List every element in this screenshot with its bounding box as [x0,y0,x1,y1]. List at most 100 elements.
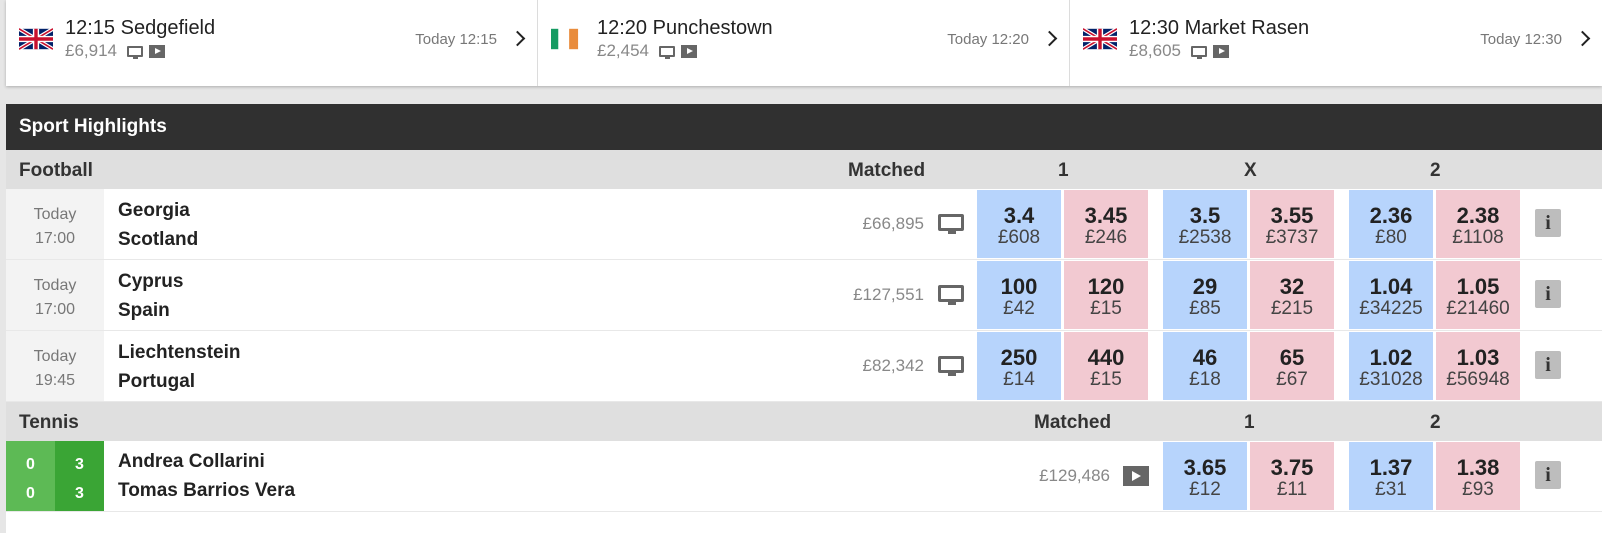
away-team[interactable]: Portugal [118,371,195,393]
odds-price: 250 [1000,345,1038,370]
odds-stake: £246 [1084,227,1128,248]
odds-price: 1.37 [1369,455,1413,480]
info-icon[interactable]: i [1535,209,1561,237]
col-1-header: 1 [1244,412,1255,433]
race-subline: £8,605 [1129,41,1229,61]
tv-icon[interactable] [938,356,964,376]
lay-odds-button[interactable]: 440 £15 [1064,332,1148,400]
match-day: Today [33,348,77,365]
tv-icon[interactable] [938,214,964,234]
lay-odds-button[interactable]: 120 £15 [1064,261,1148,329]
odds-price: 3.5 [1189,203,1221,228]
odds-stake: £80 [1375,227,1407,248]
race-title: 12:15 Sedgefield [65,17,216,39]
race-subline: £6,914 [65,41,165,61]
odds-price: 1.04 [1369,274,1413,299]
match-datetime: Today 17:00 [6,189,104,259]
play-icon [1213,44,1229,58]
odds-price: 1.05 [1456,274,1500,299]
race-time: Today 12:30 [1480,31,1562,48]
set-score: 00 [6,441,55,511]
back-odds-button[interactable]: 1.37 £31 [1349,442,1433,510]
lay-odds-button[interactable]: 3.45 £246 [1064,190,1148,258]
info-icon[interactable]: i [1535,280,1561,308]
game-score-p2: 3 [75,485,84,502]
chevron-right-icon[interactable] [1041,30,1058,47]
back-odds-button[interactable]: 100 £42 [977,261,1061,329]
race-card-punchestown[interactable]: 12:20 Punchestown £2,454 Today 12:20 [538,0,1070,86]
set-score-p2: 0 [26,485,35,502]
lay-odds-button[interactable]: 3.55 £3737 [1250,190,1334,258]
lay-odds-button[interactable]: 32 £215 [1250,261,1334,329]
info-icon[interactable]: i [1535,351,1561,379]
race-title: 12:20 Punchestown [597,17,773,39]
back-odds-button[interactable]: 2.36 £80 [1349,190,1433,258]
race-subline: £2,454 [597,41,697,61]
tennis-header: Tennis Matched 1 2 [6,402,1602,441]
back-odds-button[interactable]: 3.4 £608 [977,190,1061,258]
odds-stake: £93 [1462,479,1494,500]
home-team[interactable]: Liechtenstein [118,342,240,364]
lay-odds-button[interactable]: 1.05 £21460 [1436,261,1520,329]
lay-odds-button[interactable]: 2.38 £1108 [1436,190,1520,258]
odds-stake: £67 [1276,369,1308,390]
away-team[interactable]: Scotland [118,229,198,251]
back-odds-button[interactable]: 1.04 £34225 [1349,261,1433,329]
play-icon[interactable] [1123,466,1149,486]
odds-stake: £15 [1090,369,1122,390]
football-rows: Today 17:00 Georgia Scotland £66,895 3.4 £608 3… [6,189,1602,402]
back-odds-button[interactable]: 250 £14 [977,332,1061,400]
back-odds-button[interactable]: 3.65 £12 [1163,442,1247,510]
back-odds-button[interactable]: 29 £85 [1163,261,1247,329]
matched-amount: £127,551 [853,285,924,304]
football-label: Football [19,160,93,181]
col-1-header: 1 [1058,160,1069,181]
odds-price: 3.65 [1183,455,1227,480]
match-time: 19:45 [34,372,76,389]
race-time: Today 12:20 [947,31,1029,48]
chevron-right-icon[interactable] [509,30,526,47]
lay-odds-button[interactable]: 1.38 £93 [1436,442,1520,510]
matched-header: Matched [1034,412,1112,433]
lay-odds-button[interactable]: 3.75 £11 [1250,442,1334,510]
odds-stake: £2538 [1178,227,1232,248]
match-row[interactable]: Today 17:00 Georgia Scotland £66,895 3.4 £608 3… [6,189,1602,260]
away-team[interactable]: Spain [118,300,170,322]
race-card-market-rasen[interactable]: 12:30 Market Rasen £8,605 Today 12:30 [1070,0,1602,86]
player-two[interactable]: Tomas Barrios Vera [118,480,295,502]
odds-price: 2.38 [1456,203,1500,228]
home-team[interactable]: Cyprus [118,271,183,293]
info-icon[interactable]: i [1535,461,1561,489]
odds-stake: £42 [1003,298,1035,319]
race-card-sedgefield[interactable]: 12:15 Sedgefield £6,914 Today 12:15 [6,0,538,86]
odds-price: 1.02 [1369,345,1413,370]
matched-amount: £82,342 [862,356,924,375]
play-icon [681,44,697,58]
back-odds-button[interactable]: 3.5 £2538 [1163,190,1247,258]
odds-stake: £3737 [1265,227,1319,248]
uk-flag-icon [19,28,53,50]
race-cards-bar: 12:15 Sedgefield £6,914 Today 12:15 12:2… [6,0,1602,86]
set-score-p1: 0 [26,456,35,473]
chevron-right-icon[interactable] [1574,30,1591,47]
tv-icon [127,45,143,59]
match-row[interactable]: Today 17:00 Cyprus Spain £127,551 100 £42 120 £1… [6,260,1602,331]
odds-price: 65 [1279,345,1305,370]
odds-price: 100 [1000,274,1038,299]
back-odds-button[interactable]: 1.02 £31028 [1349,332,1433,400]
lay-odds-button[interactable]: 65 £67 [1250,332,1334,400]
match-time: 17:00 [34,230,76,247]
tv-icon[interactable] [938,285,964,305]
odds-price: 46 [1192,345,1218,370]
match-row[interactable]: Today 19:45 Liechtenstein Portugal £82,342 25… [6,331,1602,402]
odds-stake: £21460 [1446,298,1510,319]
home-team[interactable]: Georgia [118,200,190,222]
odds-stake: £12 [1189,479,1221,500]
back-odds-button[interactable]: 46 £18 [1163,332,1247,400]
match-row[interactable]: 0 0 3 3 Andrea Collarini Tomas Barrios Vera £1… [6,441,1602,512]
lay-odds-button[interactable]: 1.03 £56948 [1436,332,1520,400]
match-datetime: Today 19:45 [6,331,104,401]
matched-amount: £129,486 [1039,466,1110,485]
player-one[interactable]: Andrea Collarini [118,451,265,473]
odds-stake: £11 [1276,479,1308,500]
